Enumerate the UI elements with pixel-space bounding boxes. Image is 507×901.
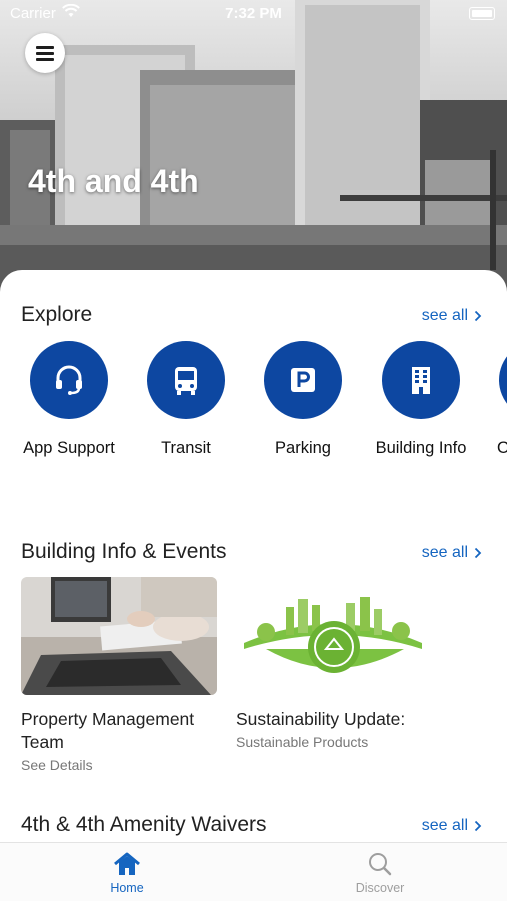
tab-discover[interactable]: Discover bbox=[320, 851, 440, 895]
amenity-title: 4th & 4th Amenity Waivers bbox=[21, 813, 267, 836]
explore-label-transit: Transit bbox=[161, 439, 211, 457]
building-info-title: Building Info & Events bbox=[21, 540, 227, 563]
explore-label-building-info: Building Info bbox=[375, 439, 467, 457]
explore-item-transit[interactable]: Transit bbox=[121, 341, 251, 458]
explore-item-building-info[interactable]: Building Info bbox=[356, 341, 486, 458]
card-subtitle: See Details bbox=[21, 757, 93, 773]
explore-label-parking: Parking bbox=[275, 439, 331, 457]
tab-home-label: Home bbox=[110, 881, 144, 895]
search-icon bbox=[369, 853, 392, 876]
menu-button[interactable] bbox=[25, 33, 65, 73]
see-all-label: see all bbox=[421, 307, 468, 324]
explore-item-app-support[interactable]: App Support bbox=[4, 341, 134, 458]
city-buildings-photo bbox=[0, 0, 507, 300]
explore-title: Explore bbox=[21, 303, 93, 326]
see-all-label: see all bbox=[421, 544, 468, 561]
tab-discover-label: Discover bbox=[355, 881, 405, 895]
office-laptop-photo bbox=[21, 577, 217, 695]
headset-icon bbox=[30, 341, 108, 419]
card-sustainability[interactable]: Sustainability Update: Sustainable Produ… bbox=[236, 577, 432, 750]
status-bar: Carrier 7:32 PM bbox=[0, 0, 507, 28]
card-title: Sustainability Update: bbox=[236, 709, 406, 729]
card-property-management[interactable]: Property Management Team See Details bbox=[21, 577, 221, 773]
tab-home[interactable]: Home bbox=[67, 851, 187, 895]
battery-icon bbox=[469, 7, 495, 20]
bus-icon bbox=[147, 341, 225, 419]
hero-banner bbox=[0, 0, 507, 300]
green-city-globe-illustration bbox=[236, 577, 432, 695]
card-title: Property Management Team bbox=[21, 709, 195, 752]
amenity-see-all-link[interactable]: see all bbox=[422, 817, 482, 835]
partial-icon bbox=[499, 341, 507, 419]
building-info-see-all-link[interactable]: see all bbox=[422, 544, 482, 562]
chevron-right-icon bbox=[474, 820, 482, 832]
explore-item-parking[interactable]: Parking bbox=[238, 341, 368, 458]
tab-bar: Home Discover bbox=[0, 842, 507, 901]
home-icon bbox=[114, 852, 140, 875]
explore-item-partial[interactable]: O bbox=[473, 341, 507, 458]
page-title: 4th and 4th bbox=[28, 163, 199, 199]
explore-label-app-support: App Support bbox=[23, 439, 115, 457]
explore-see-all-link[interactable]: see all bbox=[422, 307, 482, 325]
parking-icon bbox=[264, 341, 342, 419]
card-subtitle: Sustainable Products bbox=[236, 734, 369, 750]
see-all-label: see all bbox=[421, 817, 468, 834]
status-time: 7:32 PM bbox=[225, 5, 282, 22]
building-icon bbox=[382, 341, 460, 419]
chevron-right-icon bbox=[474, 310, 482, 322]
chevron-right-icon bbox=[474, 547, 482, 559]
explore-label-partial: O bbox=[497, 439, 507, 457]
content-sheet: Explore see all App Support Transit Park… bbox=[0, 270, 507, 842]
